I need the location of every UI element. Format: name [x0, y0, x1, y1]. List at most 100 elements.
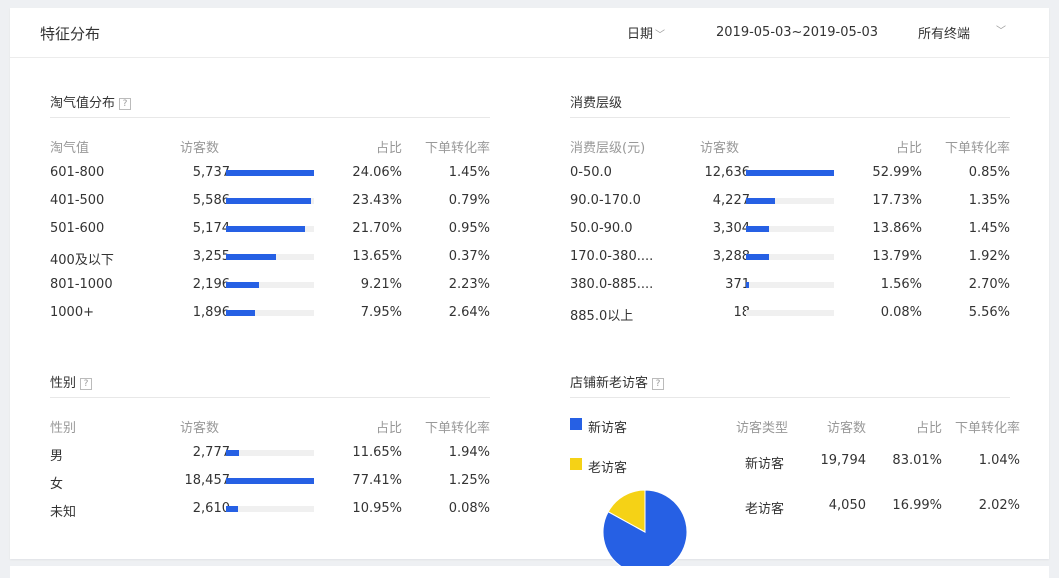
bar-fill — [226, 226, 305, 232]
terminal-dropdown[interactable]: 所有终端 — [918, 23, 970, 42]
share-percent: 10.95% — [352, 501, 402, 516]
conversion-rate: 1.92% — [968, 249, 1010, 264]
column-header: 访客数 — [700, 141, 740, 156]
share-percent: 21.70% — [352, 221, 402, 236]
date-dropdown[interactable]: 日期 ﹀ — [627, 23, 665, 42]
bar-fill — [226, 254, 276, 260]
row-label[interactable]: 170.0-380.... — [570, 249, 653, 264]
conversion-rate: 2.02% — [978, 498, 1020, 513]
row-label[interactable]: 男 — [50, 445, 63, 464]
share-percent: 1.56% — [880, 277, 922, 292]
visitor-count: 3,255 — [192, 249, 230, 264]
divider — [50, 397, 490, 398]
conversion-rate: 1.35% — [968, 193, 1010, 208]
conversion-rate: 0.79% — [448, 193, 490, 208]
share-percent: 11.65% — [352, 445, 402, 460]
visitor-count: 2,610 — [192, 501, 230, 516]
row-label[interactable]: 0-50.0 — [570, 165, 612, 180]
column-header: 下单转化率 — [944, 141, 1010, 156]
share-percent: 7.95% — [360, 305, 402, 320]
bar-track — [226, 226, 314, 232]
card-title: 特征分布 — [40, 25, 101, 43]
row-label[interactable]: 601-800 — [50, 165, 104, 180]
column-header: 访客数 — [826, 421, 866, 436]
visitor-pie-chart — [603, 490, 687, 574]
row-label[interactable]: 90.0-170.0 — [570, 193, 641, 208]
feature-distribution-card: 特征分布 日期 ﹀ 2019-05-03~2019-05-03 所有终端 ﹀ 淘气… — [10, 8, 1049, 574]
conversion-rate: 0.37% — [448, 249, 490, 264]
legend-old-label[interactable]: 老访客 — [588, 457, 627, 476]
row-label[interactable]: 501-600 — [50, 221, 104, 236]
row-label[interactable]: 女 — [50, 473, 63, 492]
date-label: 日期 — [627, 27, 654, 42]
help-icon[interactable]: ? — [80, 378, 93, 390]
row-label[interactable]: 50.0-90.0 — [570, 221, 633, 236]
bar-fill — [746, 282, 749, 288]
bar-track — [746, 226, 834, 232]
visitor-count: 2,196 — [192, 277, 230, 292]
legend-new-label[interactable]: 新访客 — [588, 417, 627, 436]
column-header: 占比 — [895, 141, 922, 156]
column-header: 占比 — [375, 141, 402, 156]
column-header: 占比 — [915, 421, 942, 436]
row-label[interactable]: 401-500 — [50, 193, 104, 208]
bar-track — [226, 282, 314, 288]
divider — [570, 397, 1010, 398]
bar-fill — [746, 170, 834, 176]
visitor-count: 12,636 — [704, 165, 751, 180]
bar-fill — [746, 226, 769, 232]
visitor-count: 2,777 — [192, 445, 230, 460]
column-header: 下单转化率 — [954, 421, 1020, 436]
share-percent: 83.01% — [892, 453, 942, 468]
visitor-count: 3,304 — [712, 221, 750, 236]
row-label[interactable]: 801-1000 — [50, 277, 113, 292]
card-header: 特征分布 日期 ﹀ 2019-05-03~2019-05-03 所有终端 ﹀ — [10, 8, 1049, 58]
share-percent: 17.73% — [872, 193, 922, 208]
column-header: 下单转化率 — [424, 421, 490, 436]
share-percent: 13.86% — [872, 221, 922, 236]
bar-fill — [226, 450, 239, 456]
share-percent: 52.99% — [872, 165, 922, 180]
visitor-count: 5,586 — [192, 193, 230, 208]
conversion-rate: 2.64% — [448, 305, 490, 320]
date-range-text[interactable]: 2019-05-03~2019-05-03 — [716, 25, 878, 40]
conversion-rate: 0.95% — [448, 221, 490, 236]
legend-old-swatch — [570, 458, 582, 470]
conversion-rate: 5.56% — [968, 305, 1010, 320]
bar-track — [226, 254, 314, 260]
chevron-down-icon: ﹀ — [655, 30, 666, 41]
share-percent: 9.21% — [360, 277, 402, 292]
bar-track — [746, 198, 834, 204]
legend-new-swatch — [570, 418, 582, 430]
naughty-section-title: 淘气值分布? — [50, 92, 132, 111]
share-percent: 13.65% — [352, 249, 402, 264]
divider — [50, 117, 490, 118]
consumption-section-title: 消费层级 — [570, 96, 623, 111]
visitor-count: 4,050 — [828, 498, 866, 513]
column-header: 性别 — [50, 421, 77, 436]
conversion-rate: 2.23% — [448, 277, 490, 292]
help-icon[interactable]: ? — [119, 98, 132, 110]
bar-fill — [226, 478, 314, 484]
conversion-rate: 1.04% — [978, 453, 1020, 468]
row-label[interactable]: 885.0以上 — [570, 305, 633, 324]
column-header: 下单转化率 — [424, 141, 490, 156]
row-label[interactable]: 400及以下 — [50, 249, 114, 268]
bar-track — [746, 170, 834, 176]
visitor-count: 19,794 — [820, 453, 867, 468]
bar-track — [226, 478, 314, 484]
next-card-edge — [10, 566, 1049, 578]
conversion-rate: 1.45% — [968, 221, 1010, 236]
conversion-rate: 1.45% — [448, 165, 490, 180]
store-visitors-section-title: 店铺新老访客? — [570, 372, 665, 391]
row-label[interactable]: 1000+ — [50, 305, 94, 320]
help-icon[interactable]: ? — [652, 378, 665, 390]
bar-fill — [226, 170, 314, 176]
bar-fill — [226, 198, 311, 204]
visitor-count: 5,174 — [192, 221, 230, 236]
row-label[interactable]: 未知 — [50, 501, 76, 520]
bar-track — [746, 310, 834, 316]
column-header: 消费层级(元) — [570, 141, 646, 156]
row-label[interactable]: 380.0-885.... — [570, 277, 653, 292]
chevron-down-icon[interactable]: ﹀ — [996, 22, 1006, 37]
